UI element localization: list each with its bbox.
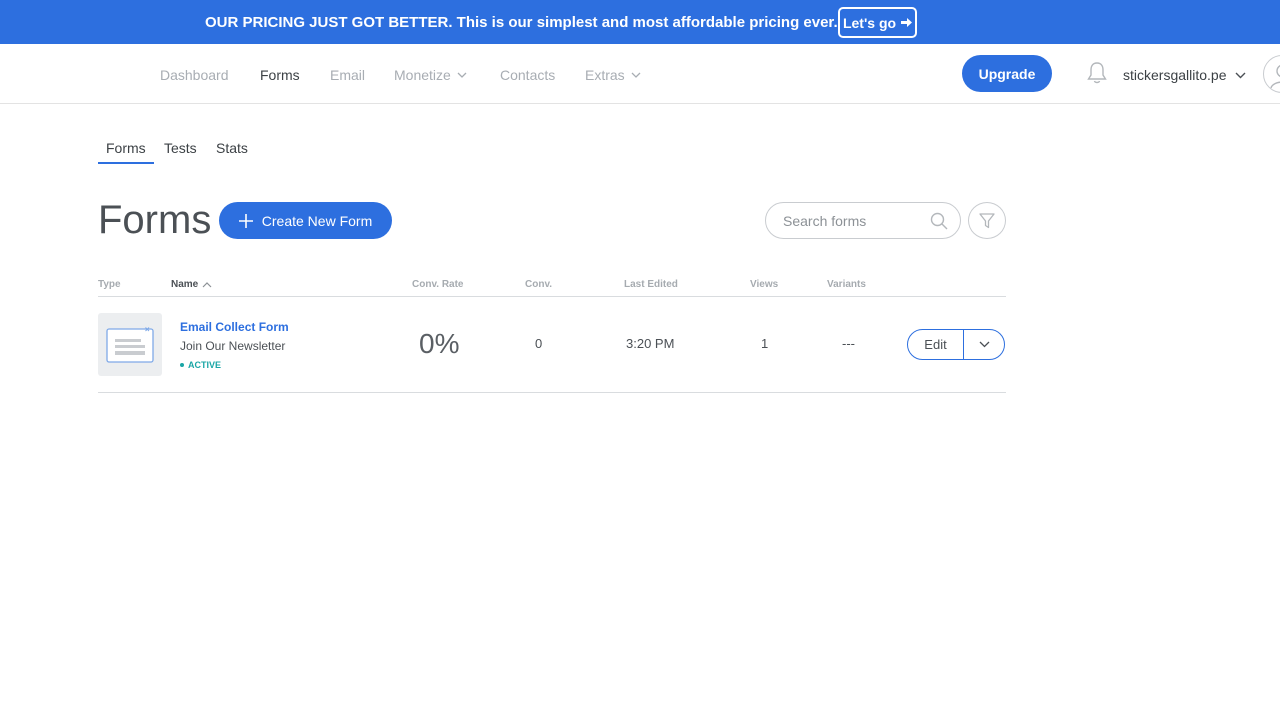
create-new-form-button[interactable]: Create New Form bbox=[219, 202, 392, 239]
chevron-down-icon bbox=[457, 72, 467, 78]
table-header: Type Name Conv. Rate Conv. Last Edited V… bbox=[98, 279, 1006, 297]
form-name-link[interactable]: Email Collect Form bbox=[180, 320, 289, 334]
chevron-down-icon bbox=[1235, 72, 1245, 78]
conv-rate-value: 0% bbox=[419, 328, 460, 359]
nav-item-extras[interactable]: Extras bbox=[585, 67, 641, 83]
arrow-right-icon bbox=[901, 18, 913, 27]
nav-item-contacts[interactable]: Contacts bbox=[500, 67, 555, 83]
column-header-variants[interactable]: Variants bbox=[827, 279, 866, 290]
column-header-views[interactable]: Views bbox=[750, 279, 778, 290]
avatar[interactable] bbox=[1263, 55, 1280, 93]
sort-ascending-icon bbox=[202, 281, 212, 287]
conv-value: 0 bbox=[535, 336, 543, 351]
variants-value: --- bbox=[842, 336, 855, 351]
column-header-last-edited[interactable]: Last Edited bbox=[624, 279, 678, 290]
nav-item-dashboard[interactable]: Dashboard bbox=[160, 67, 229, 83]
page-title: Forms bbox=[98, 198, 212, 242]
account-name: stickersgallito.pe bbox=[1123, 67, 1227, 83]
edit-button[interactable]: Edit bbox=[908, 330, 964, 359]
edit-dropdown-toggle[interactable] bbox=[964, 330, 1004, 359]
column-header-conv-rate[interactable]: Conv. Rate bbox=[412, 279, 464, 290]
edit-button-group: Edit bbox=[907, 329, 1005, 360]
nav-item-label: Contacts bbox=[500, 67, 556, 83]
column-header-conv[interactable]: Conv. bbox=[525, 279, 552, 290]
banner-text: OUR PRICING JUST GOT BETTER. This is our… bbox=[205, 14, 838, 31]
create-new-form-label: Create New Form bbox=[261, 212, 373, 229]
chevron-down-icon bbox=[979, 341, 989, 348]
popup-form-icon bbox=[106, 327, 154, 363]
filter-button[interactable] bbox=[968, 202, 1006, 239]
views-value: 1 bbox=[761, 336, 769, 351]
search-input[interactable] bbox=[781, 212, 921, 230]
top-navigation: Dashboard Forms Email Monetize Contacts … bbox=[0, 44, 1280, 104]
nav-item-label: Email bbox=[330, 67, 366, 83]
table-row: Email Collect Form Join Our Newsletter A… bbox=[98, 297, 1006, 393]
nav-item-forms[interactable]: Forms bbox=[260, 67, 300, 83]
nav-item-monetize[interactable]: Monetize bbox=[394, 67, 467, 83]
bell-icon[interactable] bbox=[1086, 61, 1108, 85]
tab-stats[interactable]: Stats bbox=[216, 140, 248, 156]
column-header-type[interactable]: Type bbox=[98, 279, 121, 290]
nav-item-label: Forms bbox=[260, 67, 300, 83]
column-header-name-label: Name bbox=[171, 279, 199, 290]
promo-banner: OUR PRICING JUST GOT BETTER. This is our… bbox=[0, 0, 1280, 44]
user-icon bbox=[1270, 65, 1280, 89]
filter-icon bbox=[979, 212, 995, 228]
form-type-thumbnail bbox=[98, 313, 162, 376]
nav-item-email[interactable]: Email bbox=[330, 67, 365, 83]
nav-item-label: Monetize bbox=[394, 67, 451, 83]
status-badge: ACTIVE bbox=[180, 360, 221, 370]
nav-item-label: Dashboard bbox=[160, 67, 229, 83]
form-subtitle: Join Our Newsletter bbox=[180, 339, 286, 353]
account-menu[interactable]: stickersgallito.pe bbox=[1123, 67, 1246, 83]
tab-tests[interactable]: Tests bbox=[164, 140, 197, 156]
upgrade-button[interactable]: Upgrade bbox=[962, 55, 1052, 92]
status-dot-icon bbox=[180, 363, 184, 367]
lets-go-button[interactable]: Let's go bbox=[838, 7, 917, 38]
chevron-down-icon bbox=[631, 72, 641, 78]
search-icon[interactable] bbox=[930, 212, 948, 230]
column-header-name[interactable]: Name bbox=[171, 279, 212, 290]
lets-go-label: Let's go bbox=[842, 14, 897, 31]
search-forms-box bbox=[765, 202, 961, 239]
plus-icon bbox=[238, 213, 253, 228]
nav-item-label: Extras bbox=[585, 67, 625, 83]
tab-forms[interactable]: Forms bbox=[98, 140, 154, 164]
last-edited-value: 3:20 PM bbox=[626, 336, 675, 351]
status-label: ACTIVE bbox=[188, 360, 222, 370]
